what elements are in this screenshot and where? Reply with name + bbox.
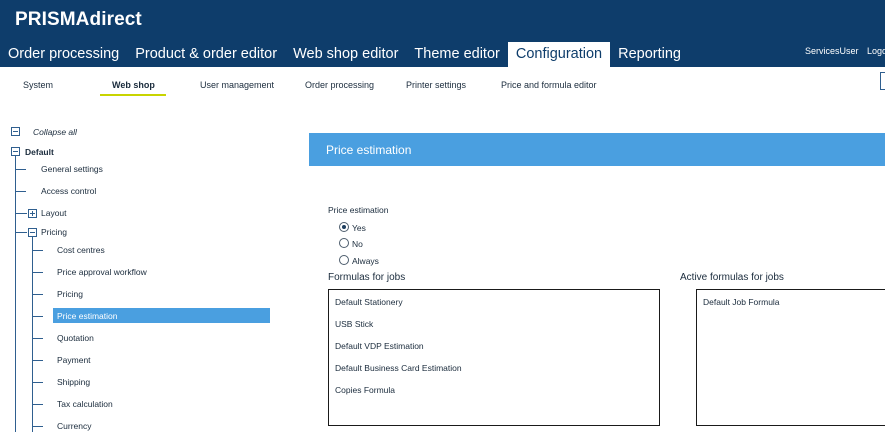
active-subtab-underline bbox=[100, 94, 166, 96]
collapse-all-icon[interactable] bbox=[11, 127, 20, 136]
panel-title: Price estimation bbox=[326, 143, 412, 157]
list-item[interactable]: Default Job Formula bbox=[703, 297, 780, 307]
tab-reporting[interactable]: Reporting bbox=[610, 42, 689, 67]
list-item[interactable]: Default Business Card Estimation bbox=[335, 363, 462, 373]
subtab-user-management[interactable]: User management bbox=[200, 80, 274, 90]
tree-branch bbox=[16, 169, 26, 170]
list-item[interactable]: Default VDP Estimation bbox=[335, 341, 424, 351]
tree-item-quotation[interactable]: Quotation bbox=[57, 332, 94, 344]
collapse-all-link[interactable]: Collapse all bbox=[33, 126, 77, 138]
radio-no-label[interactable]: No bbox=[352, 239, 363, 249]
top-bar: PRISMAdirect Order processing Product & … bbox=[0, 0, 885, 67]
tree-branch bbox=[33, 426, 43, 427]
radio-yes[interactable] bbox=[339, 222, 349, 232]
pricing-collapse-icon[interactable] bbox=[28, 228, 37, 237]
tab-web-shop-editor[interactable]: Web shop editor bbox=[285, 42, 406, 67]
tree-item-cost-centres[interactable]: Cost centres bbox=[57, 244, 105, 256]
tree-item-pricing[interactable]: Pricing bbox=[41, 226, 67, 238]
logout-link[interactable]: Logo bbox=[867, 46, 885, 56]
default-collapse-icon[interactable] bbox=[11, 147, 20, 156]
tree-branch bbox=[33, 360, 43, 361]
active-formulas-list[interactable]: Default Job Formula bbox=[696, 289, 885, 426]
app-logo: PRISMAdirect bbox=[15, 9, 142, 30]
radio-yes-label[interactable]: Yes bbox=[352, 223, 366, 233]
tree-branch bbox=[16, 213, 27, 214]
tree-item-price-approval-workflow[interactable]: Price approval workflow bbox=[57, 266, 147, 278]
tree-branch bbox=[16, 232, 27, 233]
tree-line-root bbox=[15, 152, 16, 432]
subtab-printer-settings[interactable]: Printer settings bbox=[406, 80, 466, 90]
tab-product-order-editor[interactable]: Product & order editor bbox=[127, 42, 285, 67]
subtab-web-shop[interactable]: Web shop bbox=[112, 80, 155, 90]
main-nav: Order processing Product & order editor … bbox=[0, 42, 689, 67]
list-item[interactable]: Default Stationery bbox=[335, 297, 403, 307]
price-estimation-label: Price estimation bbox=[328, 205, 389, 215]
tree-item-payment[interactable]: Payment bbox=[57, 354, 91, 366]
tab-order-processing[interactable]: Order processing bbox=[0, 42, 127, 67]
tree-item-layout[interactable]: Layout bbox=[41, 207, 67, 219]
current-user[interactable]: ServicesUser bbox=[805, 46, 859, 56]
subtab-price-formula-editor[interactable]: Price and formula editor bbox=[501, 80, 597, 90]
tree-item-shipping[interactable]: Shipping bbox=[57, 376, 90, 388]
settings-tree: Collapse all Default General settings Ac… bbox=[0, 120, 290, 432]
tree-item-access-control[interactable]: Access control bbox=[41, 185, 96, 197]
tab-theme-editor[interactable]: Theme editor bbox=[406, 42, 507, 67]
formulas-for-jobs-label: Formulas for jobs bbox=[328, 272, 406, 283]
tree-item-pricing-sub[interactable]: Pricing bbox=[57, 288, 83, 300]
tree-item-general-settings[interactable]: General settings bbox=[41, 163, 103, 175]
tree-branch bbox=[33, 404, 43, 405]
tree-branch bbox=[33, 294, 43, 295]
subtab-order-processing[interactable]: Order processing bbox=[305, 80, 374, 90]
formulas-list[interactable]: Default Stationery USB Stick Default VDP… bbox=[328, 289, 660, 426]
toolbar-edge-button[interactable] bbox=[880, 72, 885, 90]
list-item[interactable]: Copies Formula bbox=[335, 385, 395, 395]
tree-root-default[interactable]: Default bbox=[25, 146, 54, 158]
tree-branch bbox=[33, 338, 43, 339]
tree-branch bbox=[33, 316, 43, 317]
tree-line-pricing bbox=[32, 236, 33, 432]
active-formulas-label: Active formulas for jobs bbox=[680, 272, 784, 283]
subtab-system[interactable]: System bbox=[23, 80, 53, 90]
tab-configuration[interactable]: Configuration bbox=[507, 42, 611, 67]
tree-item-tax-calculation[interactable]: Tax calculation bbox=[57, 398, 113, 410]
tree-branch bbox=[16, 191, 26, 192]
tree-branch bbox=[33, 382, 43, 383]
panel-header: Price estimation bbox=[309, 133, 885, 166]
tree-item-price-estimation[interactable]: Price estimation bbox=[57, 310, 117, 322]
tree-item-currency[interactable]: Currency bbox=[57, 420, 91, 432]
sub-nav: System Web shop User management Order pr… bbox=[0, 67, 885, 105]
radio-no[interactable] bbox=[339, 238, 349, 248]
tree-branch bbox=[33, 272, 43, 273]
tree-branch bbox=[33, 250, 43, 251]
radio-always-label[interactable]: Always bbox=[352, 256, 379, 266]
layout-expand-icon[interactable] bbox=[28, 209, 37, 218]
list-item[interactable]: USB Stick bbox=[335, 319, 373, 329]
radio-always[interactable] bbox=[339, 255, 349, 265]
